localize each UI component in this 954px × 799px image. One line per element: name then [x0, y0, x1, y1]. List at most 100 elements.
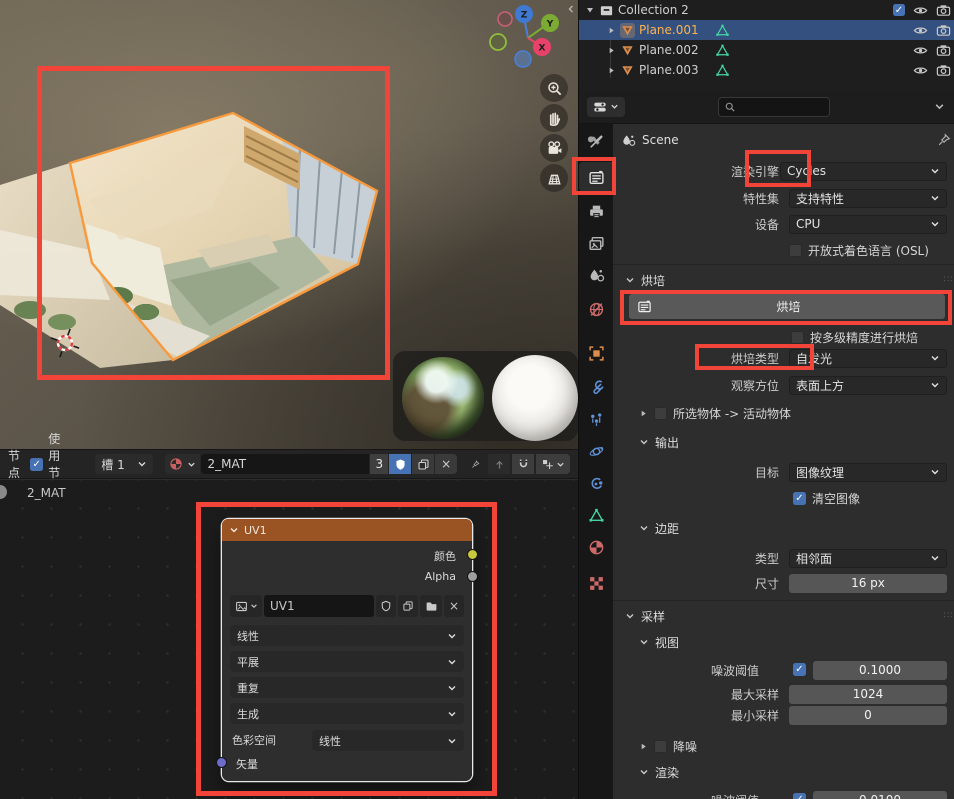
- properties-search[interactable]: [718, 97, 830, 117]
- feature-set-dropdown[interactable]: 支持特性: [789, 189, 947, 208]
- colorspace-dropdown[interactable]: 线性: [312, 730, 464, 751]
- material-slot-dropdown[interactable]: 槽 1: [95, 454, 153, 474]
- snap-options-dropdown[interactable]: [536, 454, 570, 474]
- alpha-output-socket[interactable]: [468, 572, 477, 581]
- gizmo-axis-neg-z[interactable]: [515, 51, 531, 67]
- camera-visibility-icon[interactable]: [936, 23, 951, 38]
- pin-icon[interactable]: [937, 133, 951, 147]
- margin-subpanel-header[interactable]: 边距: [613, 518, 954, 538]
- clear-image-row[interactable]: 清空图像: [613, 488, 954, 508]
- camera-view-button[interactable]: [540, 134, 568, 162]
- editor-type-dropdown[interactable]: [587, 97, 625, 117]
- tab-render[interactable]: [579, 162, 613, 192]
- fake-user-shield-button[interactable]: [389, 454, 411, 474]
- tab-constraints[interactable]: [579, 468, 613, 498]
- bake-panel-header[interactable]: 烘培 ∷∷: [613, 270, 954, 290]
- camera-visibility-icon[interactable]: [936, 3, 951, 18]
- disclosure-open-icon[interactable]: [585, 5, 595, 15]
- pan-hand-button[interactable]: [540, 104, 568, 132]
- go-parent-node-button[interactable]: [488, 454, 510, 474]
- multires-checkbox[interactable]: [791, 331, 804, 344]
- node-header[interactable]: UV1: [222, 519, 472, 541]
- tab-output[interactable]: [579, 196, 613, 226]
- gizmo-axis-neg-y[interactable]: [490, 34, 506, 50]
- margin-size-slider[interactable]: 16 px: [789, 574, 947, 593]
- copy-material-button[interactable]: [412, 454, 434, 474]
- eye-icon[interactable]: [913, 63, 928, 78]
- pin-icon[interactable]: [471, 457, 480, 472]
- unlink-material-button[interactable]: ×: [435, 454, 457, 474]
- use-nodes-checkbox[interactable]: [30, 458, 43, 471]
- disclosure-closed-icon[interactable]: [639, 409, 648, 418]
- image-texture-node[interactable]: UV1 颜色 Alpha UV1 × 线性 平展: [222, 519, 472, 781]
- denoise-row[interactable]: 降噪: [613, 736, 954, 756]
- search-input[interactable]: [740, 100, 824, 114]
- zoom-button[interactable]: [540, 74, 568, 102]
- outliner-row-plane002[interactable]: Plane.002: [579, 40, 954, 60]
- render-noise-checkbox[interactable]: [793, 793, 806, 799]
- gizmo-axis-neg-x[interactable]: [498, 12, 512, 26]
- bake-button[interactable]: 烘培: [629, 294, 945, 319]
- panel-grip[interactable]: ∷∷: [944, 611, 954, 621]
- tab-material[interactable]: [579, 532, 613, 562]
- panel-grip[interactable]: ∷∷: [944, 275, 954, 285]
- disclosure-closed-icon[interactable]: [607, 46, 616, 55]
- outliner-row-collection[interactable]: Collection 2: [579, 0, 954, 20]
- camera-visibility-icon[interactable]: [936, 43, 951, 58]
- color-output-socket[interactable]: [468, 550, 477, 559]
- min-samples-value[interactable]: 0: [789, 706, 947, 725]
- selected-to-active-row[interactable]: 所选物体 -> 活动物体: [613, 403, 954, 423]
- osl-row[interactable]: 开放式着色语言 (OSL): [613, 240, 954, 260]
- projection-dropdown[interactable]: 平展: [230, 651, 464, 672]
- outliner-row-plane003[interactable]: Plane.003: [579, 60, 954, 80]
- disclosure-closed-icon[interactable]: [639, 742, 648, 751]
- material-type-dropdown[interactable]: [165, 454, 200, 474]
- shader-editor-canvas[interactable]: 2_MAT UV1 颜色 Alpha UV1 ×: [0, 480, 578, 799]
- disclosure-closed-icon[interactable]: [607, 26, 616, 35]
- snap-magnet-button[interactable]: [512, 454, 534, 474]
- material-name-field[interactable]: 2_MAT: [201, 454, 369, 474]
- image-browse-dropdown[interactable]: [230, 595, 262, 617]
- bake-type-dropdown[interactable]: 自发光: [789, 349, 947, 368]
- filter-chevron-icon[interactable]: [934, 101, 945, 112]
- viewport-sampling-header[interactable]: 视图: [613, 632, 954, 652]
- tab-object[interactable]: [579, 338, 613, 368]
- viewport-3d[interactable]: Z Y X: [0, 0, 578, 449]
- hdri-preview-sphere[interactable]: [402, 357, 484, 439]
- tab-physics[interactable]: [579, 436, 613, 466]
- sampling-panel-header[interactable]: 采样 ∷∷: [613, 606, 954, 626]
- image-unlink-button[interactable]: ×: [444, 595, 464, 617]
- image-open-folder-button[interactable]: [420, 595, 442, 617]
- target-dropdown[interactable]: 图像纹理: [789, 463, 947, 482]
- image-name-field[interactable]: UV1: [264, 595, 374, 617]
- output-subpanel-header[interactable]: 输出: [613, 432, 954, 452]
- eye-icon[interactable]: [913, 3, 928, 18]
- image-copy-button[interactable]: [398, 595, 418, 617]
- tab-world[interactable]: [579, 294, 613, 324]
- source-dropdown[interactable]: 生成: [230, 703, 464, 724]
- camera-visibility-icon[interactable]: [936, 63, 951, 78]
- noise-threshold-checkbox[interactable]: [793, 663, 806, 676]
- tab-texture[interactable]: [579, 568, 613, 598]
- interpolation-dropdown[interactable]: 线性: [230, 625, 464, 646]
- max-samples-value[interactable]: 1024: [789, 685, 947, 704]
- selected-to-active-checkbox[interactable]: [654, 407, 667, 420]
- tab-object-data[interactable]: [579, 500, 613, 530]
- denoise-checkbox[interactable]: [654, 740, 667, 753]
- node-menu[interactable]: 节点: [8, 447, 22, 481]
- navigation-gizmo[interactable]: Z Y X: [486, 0, 570, 74]
- tab-scene[interactable]: [579, 260, 613, 290]
- tab-particles[interactable]: [579, 404, 613, 434]
- outliner-row-plane001[interactable]: Plane.001: [579, 20, 954, 40]
- device-dropdown[interactable]: CPU: [789, 215, 947, 234]
- clear-image-checkbox[interactable]: [793, 492, 806, 505]
- viewport-noise-value[interactable]: 0.1000: [813, 661, 947, 680]
- material-preview-sphere[interactable]: [492, 355, 578, 441]
- view-from-dropdown[interactable]: 表面上方: [789, 376, 947, 395]
- margin-type-dropdown[interactable]: 相邻面: [789, 549, 947, 568]
- eye-icon[interactable]: [913, 43, 928, 58]
- collection-checkbox[interactable]: [893, 4, 905, 16]
- material-user-count[interactable]: 3: [370, 454, 388, 474]
- tab-modifiers[interactable]: [579, 372, 613, 402]
- eye-icon[interactable]: [913, 23, 928, 38]
